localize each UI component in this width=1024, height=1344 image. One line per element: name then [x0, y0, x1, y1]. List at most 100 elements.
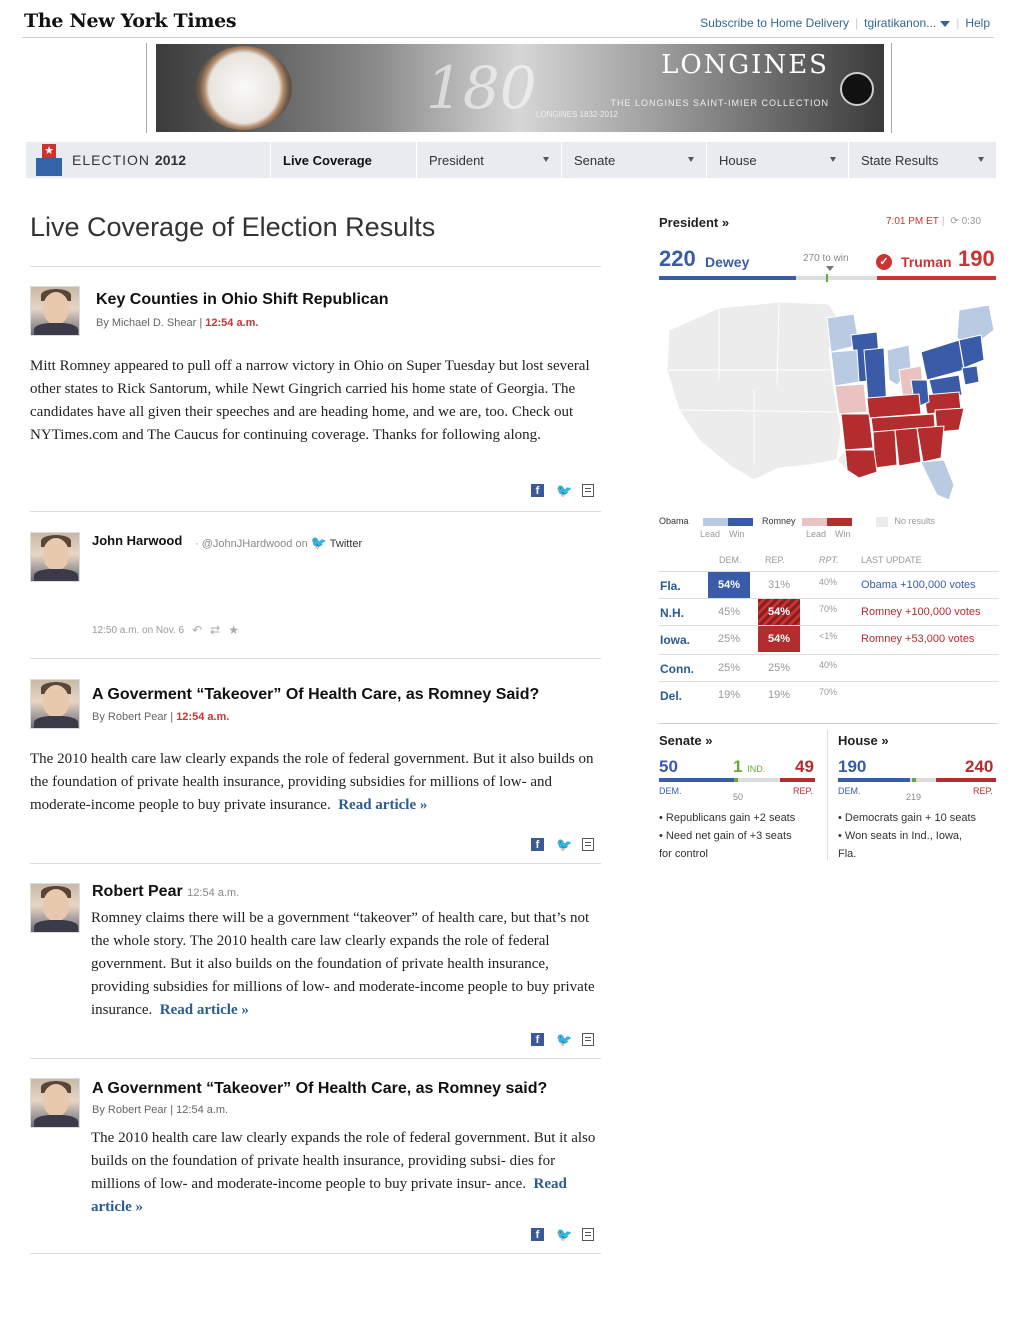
- rep-pct: 25%: [767, 662, 791, 674]
- state-name[interactable]: Iowa.: [660, 633, 690, 647]
- chevron-down-icon: [688, 157, 694, 162]
- rep-bar-fill: [877, 276, 996, 280]
- election-title[interactable]: ELECTION 2012: [72, 152, 186, 168]
- ad-subline: LONGINES 1832-2012: [536, 110, 618, 119]
- author-avatar[interactable]: [30, 679, 80, 729]
- favorite-icon[interactable]: ★: [228, 623, 239, 637]
- house-notes: • Democrats gain + 10 seats • Won seats i…: [838, 812, 977, 860]
- post-body: The 2010 health care law clearly expands…: [30, 751, 594, 813]
- subscribe-link[interactable]: Subscribe to Home Delivery: [700, 16, 849, 30]
- tab-president[interactable]: President: [416, 142, 561, 178]
- state-row-nh[interactable]: N.H. 45% 54% 70% Romney +100,000 votes: [659, 598, 999, 625]
- page-title: Live Coverage of Election Results: [30, 212, 436, 242]
- state-row-conn[interactable]: Conn. 25% 25% 40%: [659, 654, 999, 681]
- tab-state-results[interactable]: State Results: [848, 142, 996, 178]
- state-row-iowa[interactable]: Iowa. 25% 54% <1% Romney +53,000 votes: [659, 625, 999, 652]
- masthead: The New York Times Subscribe to Home Del…: [22, 8, 994, 38]
- state-row-fla[interactable]: Fla. 54% 31% 40% Obama +100,000 votes: [659, 571, 999, 598]
- rep-lead-swatch: [802, 517, 828, 526]
- email-icon[interactable]: [582, 1033, 594, 1046]
- read-article-link[interactable]: Read article »: [338, 797, 427, 813]
- divider: [30, 266, 601, 267]
- dem-pct: 45%: [717, 606, 741, 618]
- email-icon[interactable]: [582, 838, 594, 851]
- house-link[interactable]: House »: [838, 733, 889, 748]
- twitter-icon[interactable]: 🐦: [556, 484, 572, 497]
- to-win-label: 270 to win: [803, 253, 849, 264]
- election-nav: ★ ELECTION 2012 Live Coverage President …: [26, 142, 996, 178]
- top-links: Subscribe to Home Delivery | tgiratikano…: [700, 16, 990, 30]
- chevron-down-icon: [543, 157, 549, 162]
- retweet-icon[interactable]: ⇄: [210, 623, 220, 637]
- reply-icon[interactable]: ↶: [192, 623, 202, 637]
- dem-electoral-count: 220: [659, 246, 696, 271]
- dem-pct: 25%: [717, 633, 741, 645]
- share-buttons: f 🐦: [531, 1228, 594, 1241]
- advertisement-banner[interactable]: 180 LONGINES 1832-2012 LONGINES THE LONG…: [156, 44, 884, 132]
- state-row-del[interactable]: Del. 19% 19% 70%: [659, 681, 999, 708]
- dem-lead-swatch: [703, 517, 729, 526]
- legend-obama: Obama Lead Win: [659, 516, 754, 539]
- header-rpt: RPT.: [819, 555, 839, 565]
- email-icon[interactable]: [582, 484, 594, 497]
- twitter-icon[interactable]: 🐦: [556, 1228, 572, 1241]
- divider: [30, 863, 601, 864]
- post-byline: By Robert Pear | 12:54 a.m.: [92, 711, 230, 723]
- rep-win-swatch: [827, 517, 853, 526]
- house-dem-label: DEM.: [838, 786, 861, 796]
- nyt-logo[interactable]: The New York Times: [24, 10, 237, 32]
- senate-link[interactable]: Senate »: [659, 733, 712, 748]
- tab-senate[interactable]: Senate: [561, 142, 706, 178]
- state-name[interactable]: Conn.: [660, 662, 694, 676]
- rep-pct: 19%: [767, 689, 791, 701]
- senate-ind-count: 1 IND.: [733, 757, 766, 776]
- reporting-pct: <1%: [819, 631, 838, 641]
- email-icon[interactable]: [582, 1228, 594, 1241]
- divider: |: [855, 16, 859, 30]
- help-link[interactable]: Help: [965, 16, 990, 30]
- facebook-icon[interactable]: f: [531, 1228, 544, 1241]
- state-name[interactable]: Del.: [660, 689, 682, 703]
- senate-notes: • Republicans gain +2 seats • Need net ga…: [659, 812, 796, 860]
- post-byline: By Michael D. Shear | 12:54 a.m.: [96, 317, 259, 329]
- divider: [30, 1058, 601, 1059]
- state-name[interactable]: Fla.: [660, 579, 681, 593]
- divider: [659, 723, 997, 724]
- tweet-time[interactable]: 12:50 a.m. on Nov. 6: [92, 625, 184, 636]
- twitter-icon[interactable]: 🐦: [556, 838, 572, 851]
- author-avatar[interactable]: [30, 532, 80, 582]
- tab-live-coverage[interactable]: Live Coverage: [270, 142, 416, 178]
- results-map[interactable]: [659, 290, 999, 505]
- reporting-pct: 70%: [819, 604, 838, 614]
- chevron-down-icon: [940, 21, 951, 27]
- update-clock: 7:01 PM ET | ⟳ 0:30: [886, 216, 982, 227]
- post-headline[interactable]: A Government “Takeover” Of Health Care, …: [92, 1080, 547, 1098]
- rep-candidate: Truman: [901, 254, 952, 270]
- post-author[interactable]: Robert Pear 12:54 a.m.: [92, 883, 239, 901]
- rep-pct: 31%: [767, 579, 791, 591]
- tab-house[interactable]: House: [706, 142, 848, 178]
- senate-dem-count: 50: [659, 757, 678, 776]
- president-link[interactable]: President »: [659, 215, 729, 230]
- tweet-author[interactable]: John Harwood: [92, 533, 182, 548]
- author-avatar[interactable]: [30, 883, 80, 933]
- facebook-icon[interactable]: f: [531, 1033, 544, 1046]
- post-headline[interactable]: A Goverment “Takeover” Of Health Care, a…: [92, 686, 539, 704]
- read-article-link[interactable]: Read article »: [160, 1002, 249, 1018]
- house-rep-count: 240: [965, 757, 994, 776]
- user-menu[interactable]: tgiratikanon...: [864, 16, 951, 30]
- facebook-icon[interactable]: f: [531, 838, 544, 851]
- twitter-icon[interactable]: 🐦: [556, 1033, 572, 1046]
- post-headline[interactable]: Key Counties in Ohio Shift Republican: [96, 291, 388, 309]
- state-name[interactable]: N.H.: [660, 606, 684, 620]
- dem-bar-fill: [659, 276, 796, 280]
- facebook-icon[interactable]: f: [531, 484, 544, 497]
- senate-rep-count: 49: [795, 757, 814, 776]
- author-avatar[interactable]: [30, 1078, 80, 1128]
- dem-pct: 25%: [717, 662, 741, 674]
- dem-pct: 19%: [717, 689, 741, 701]
- author-avatar[interactable]: [30, 286, 80, 336]
- house-rep-label: REP.: [973, 786, 993, 796]
- refresh-timer: 0:30: [961, 216, 982, 227]
- refresh-icon[interactable]: ⟳: [950, 216, 958, 227]
